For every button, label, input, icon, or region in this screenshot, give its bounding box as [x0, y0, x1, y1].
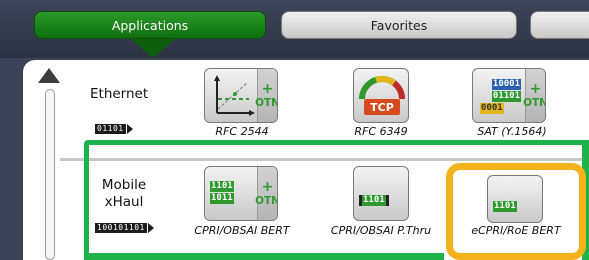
top-tab-bar: Applications Favorites: [0, 0, 589, 58]
scroll-up-arrow-icon[interactable]: [38, 68, 60, 83]
rfc-6349-button[interactable]: TCP: [353, 68, 409, 123]
rfc-2544-button[interactable]: + OTN: [204, 68, 278, 123]
tab-third[interactable]: [530, 11, 589, 39]
tab-applications[interactable]: Applications: [34, 11, 266, 39]
selected-tab-pointer: [131, 39, 175, 58]
rfc-2544-caption: RFC 2544: [215, 125, 269, 138]
tcp-gauge-icon: TCP: [359, 76, 405, 115]
sat-y1564-button[interactable]: 10001 01101 0001 + OTN: [472, 68, 546, 123]
sat-y1564-caption: SAT (Y.1564): [477, 125, 547, 138]
yellow-highlight-box: [446, 163, 586, 260]
category-label-ethernet: Ethernet: [90, 86, 149, 102]
sat-bits-icon: 10001 01101 0001: [480, 79, 521, 114]
ethernet-code-icon: 01101: [95, 124, 133, 134]
green-highlight-box-bottom: [84, 253, 444, 260]
svg-text:TCP: TCP: [370, 101, 394, 114]
tab-favorites[interactable]: Favorites: [281, 11, 517, 39]
rfc-6349-caption: RFC 6349: [354, 125, 408, 138]
vertical-scrollbar[interactable]: [45, 89, 55, 260]
rfc2544-chart-icon: [205, 69, 258, 122]
